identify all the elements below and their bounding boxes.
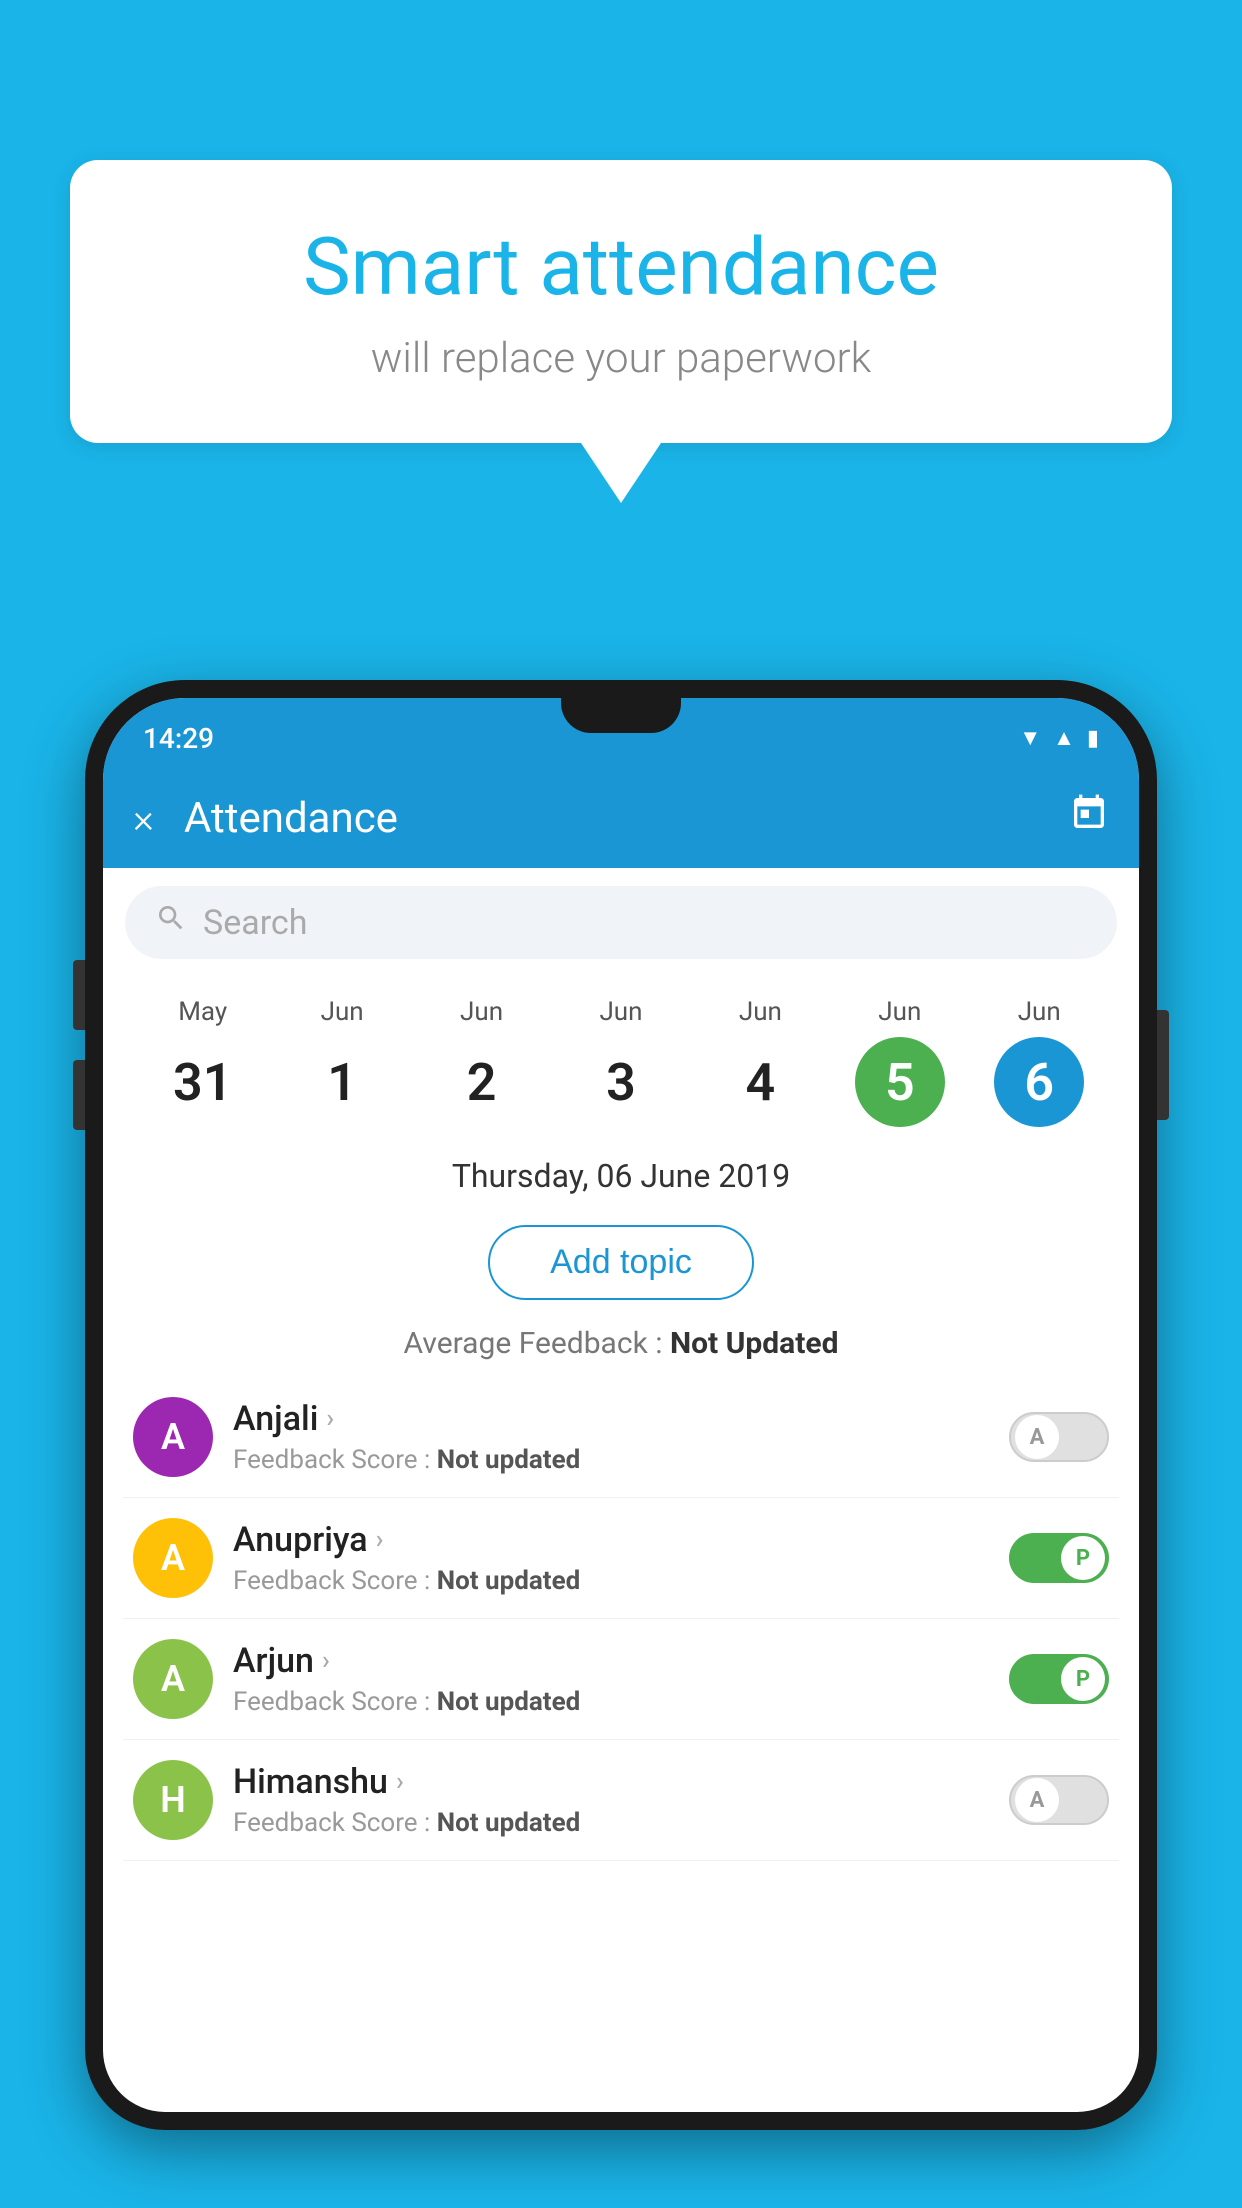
- phone-screen: 14:29 ▼ ▲ ▮ × Attendance: [103, 698, 1139, 2112]
- student-avatar: H: [133, 1760, 213, 1840]
- calendar-month-label: Jun: [460, 997, 503, 1027]
- student-name: Arjun ›: [233, 1641, 989, 1681]
- student-name: Anupriya ›: [233, 1520, 989, 1560]
- student-item[interactable]: A Anupriya › Feedback Score : Not updated P: [123, 1498, 1119, 1619]
- student-avatar: A: [133, 1518, 213, 1598]
- calendar-date-number[interactable]: 31: [158, 1037, 248, 1127]
- status-time: 14:29: [143, 722, 214, 755]
- student-chevron: ›: [326, 1404, 334, 1434]
- calendar-month-label: Jun: [599, 997, 642, 1027]
- student-info: Arjun › Feedback Score : Not updated: [233, 1641, 989, 1717]
- calendar-month-label: Jun: [321, 997, 364, 1027]
- student-info: Himanshu › Feedback Score : Not updated: [233, 1762, 989, 1838]
- student-item[interactable]: A Anjali › Feedback Score : Not updated A: [123, 1377, 1119, 1498]
- attendance-toggle[interactable]: P: [1009, 1533, 1109, 1583]
- search-input[interactable]: Search: [203, 903, 307, 943]
- volume-down-button: [73, 1060, 85, 1130]
- attendance-toggle[interactable]: P: [1009, 1654, 1109, 1704]
- search-bar[interactable]: Search: [125, 886, 1117, 959]
- toggle-thumb: P: [1061, 1657, 1105, 1701]
- toggle-thumb: A: [1015, 1778, 1059, 1822]
- speech-bubble-container: Smart attendance will replace your paper…: [70, 160, 1172, 503]
- attendance-toggle[interactable]: A: [1009, 1775, 1109, 1825]
- calendar-day[interactable]: Jun 6: [984, 997, 1094, 1127]
- student-info: Anjali › Feedback Score : Not updated: [233, 1399, 989, 1475]
- avg-feedback: Average Feedback : Not Updated: [103, 1310, 1139, 1377]
- student-avatar: A: [133, 1639, 213, 1719]
- status-icons: ▼ ▲ ▮: [1019, 725, 1099, 751]
- student-item[interactable]: A Arjun › Feedback Score : Not updated P: [123, 1619, 1119, 1740]
- toggle-thumb: P: [1061, 1536, 1105, 1580]
- toggle-switch[interactable]: P: [1009, 1533, 1109, 1583]
- calendar-date-number[interactable]: 6: [994, 1037, 1084, 1127]
- calendar-day[interactable]: Jun 5: [845, 997, 955, 1127]
- avg-feedback-value: Not Updated: [670, 1326, 839, 1361]
- calendar-date-number[interactable]: 5: [855, 1037, 945, 1127]
- wifi-icon: ▼: [1019, 725, 1041, 751]
- student-name: Himanshu ›: [233, 1762, 989, 1802]
- attendance-toggle[interactable]: A: [1009, 1412, 1109, 1462]
- student-name: Anjali ›: [233, 1399, 989, 1439]
- speech-bubble: Smart attendance will replace your paper…: [70, 160, 1172, 443]
- volume-up-button: [73, 960, 85, 1030]
- student-feedback: Feedback Score : Not updated: [233, 1808, 989, 1838]
- calendar-date-number[interactable]: 3: [576, 1037, 666, 1127]
- app-bar: × Attendance: [103, 768, 1139, 868]
- signal-icon: ▲: [1053, 725, 1075, 751]
- calendar-day[interactable]: May 31: [148, 997, 258, 1127]
- phone-container: 14:29 ▼ ▲ ▮ × Attendance: [85, 680, 1157, 2208]
- calendar-date-number[interactable]: 4: [715, 1037, 805, 1127]
- calendar-day[interactable]: Jun 2: [427, 997, 537, 1127]
- calendar-icon[interactable]: [1069, 793, 1109, 843]
- student-chevron: ›: [376, 1525, 384, 1555]
- battery-icon: ▮: [1087, 726, 1099, 751]
- app-bar-title: Attendance: [184, 794, 1039, 843]
- speech-bubble-tail: [581, 443, 661, 503]
- student-feedback: Feedback Score : Not updated: [233, 1687, 989, 1717]
- speech-bubble-subtitle: will replace your paperwork: [140, 334, 1102, 383]
- student-feedback: Feedback Score : Not updated: [233, 1445, 989, 1475]
- student-chevron: ›: [322, 1646, 330, 1676]
- calendar-day[interactable]: Jun 1: [287, 997, 397, 1127]
- student-avatar: A: [133, 1397, 213, 1477]
- calendar-date-number[interactable]: 2: [437, 1037, 527, 1127]
- toggle-switch[interactable]: P: [1009, 1654, 1109, 1704]
- close-button[interactable]: ×: [133, 795, 154, 842]
- toggle-switch[interactable]: A: [1009, 1775, 1109, 1825]
- calendar-month-label: Jun: [1018, 997, 1061, 1027]
- search-icon: [155, 902, 187, 943]
- calendar-strip: May 31 Jun 1 Jun 2 Jun 3 Jun 4 Jun 5 Jun 6: [103, 977, 1139, 1137]
- calendar-month-label: Jun: [739, 997, 782, 1027]
- phone-frame: 14:29 ▼ ▲ ▮ × Attendance: [85, 680, 1157, 2130]
- phone-notch: [561, 698, 681, 733]
- student-chevron: ›: [396, 1767, 404, 1797]
- student-item[interactable]: H Himanshu › Feedback Score : Not updated A: [123, 1740, 1119, 1861]
- toggle-thumb: A: [1015, 1415, 1059, 1459]
- add-topic-button[interactable]: Add topic: [488, 1225, 754, 1300]
- speech-bubble-title: Smart attendance: [140, 220, 1102, 314]
- calendar-month-label: Jun: [878, 997, 921, 1027]
- calendar-day[interactable]: Jun 4: [705, 997, 815, 1127]
- selected-date: Thursday, 06 June 2019: [103, 1137, 1139, 1215]
- toggle-switch[interactable]: A: [1009, 1412, 1109, 1462]
- student-feedback: Feedback Score : Not updated: [233, 1566, 989, 1596]
- power-button: [1157, 1010, 1169, 1120]
- calendar-day[interactable]: Jun 3: [566, 997, 676, 1127]
- avg-feedback-label: Average Feedback :: [404, 1326, 670, 1361]
- calendar-month-label: May: [178, 997, 227, 1027]
- student-list: AAnjali ›Feedback Score : Not updatedAAA…: [103, 1377, 1139, 1861]
- calendar-date-number[interactable]: 1: [297, 1037, 387, 1127]
- student-info: Anupriya › Feedback Score : Not updated: [233, 1520, 989, 1596]
